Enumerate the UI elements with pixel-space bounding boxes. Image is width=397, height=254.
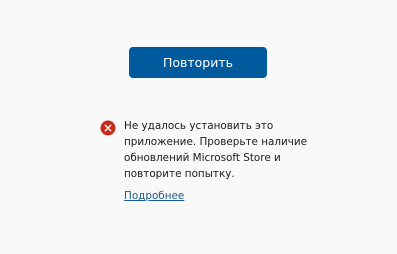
error-message-text: Не удалось установить это приложение. Пр… [124, 120, 308, 180]
retry-button[interactable]: Повторить [129, 47, 267, 78]
learn-more-link[interactable]: Подробнее [124, 188, 184, 204]
error-circle-icon [100, 120, 116, 136]
